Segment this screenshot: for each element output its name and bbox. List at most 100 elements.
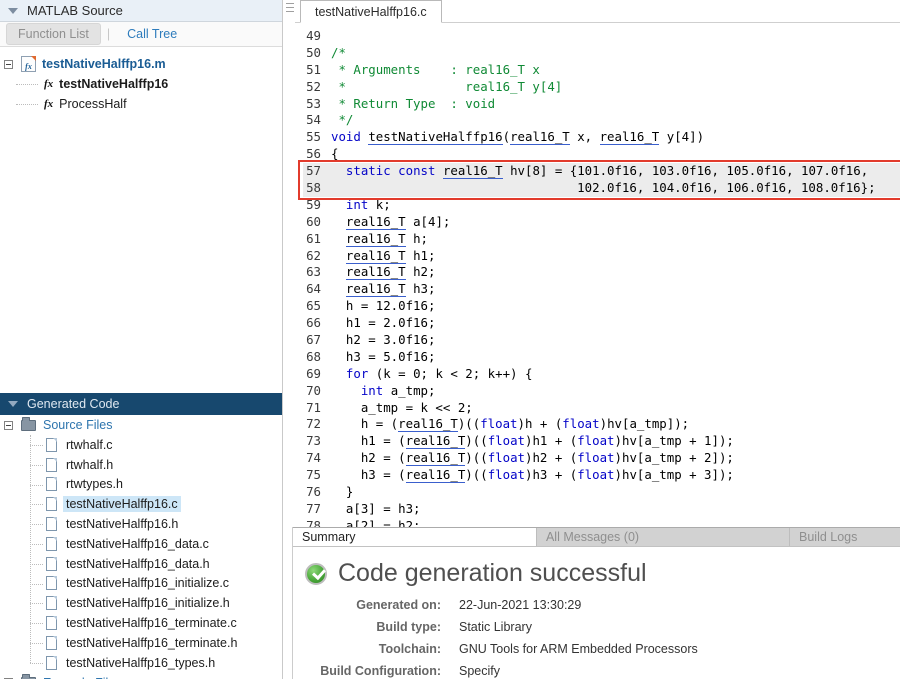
tree-item-rtwhalf-c[interactable]: rtwhalf.c (0, 435, 282, 455)
code-line-68[interactable]: 68 h3 = 5.0f16; (303, 349, 900, 366)
code-line-62[interactable]: 62 real16_T h1; (303, 248, 900, 265)
code-line-66[interactable]: 66 h1 = 2.0f16; (303, 315, 900, 332)
file-label[interactable]: testNativeHalffp16_types.h (63, 655, 218, 671)
collapse-triangle-icon[interactable] (8, 401, 18, 407)
code-token (331, 197, 346, 212)
splitter-grip-icon[interactable] (286, 3, 294, 12)
tree-item-testnativehalffp16-terminate-c[interactable]: testNativeHalffp16_terminate.c (0, 613, 282, 633)
code-line-71[interactable]: 71 a_tmp = k << 2; (303, 400, 900, 417)
code-link[interactable]: real16_T (346, 248, 406, 264)
code-line-56[interactable]: 56{ (303, 146, 900, 163)
view-tab-function-list[interactable]: Function List (6, 23, 101, 45)
file-label[interactable]: testNativeHalffp16.h (63, 516, 181, 532)
code-line-69[interactable]: 69 for (k = 0; k < 2; k++) { (303, 366, 900, 383)
code-line-60[interactable]: 60 real16_T a[4]; (303, 214, 900, 231)
file-label[interactable]: testNativeHalffp16_initialize.h (63, 595, 233, 611)
code-link[interactable]: real16_T (406, 450, 466, 466)
tree-item-testnativehalffp16-initialize-h[interactable]: testNativeHalffp16_initialize.h (0, 593, 282, 613)
code-link[interactable]: real16_T (600, 129, 660, 145)
tree-item-source-file[interactable]: fx testNativeHalffp16.m (0, 54, 282, 74)
code-line-74[interactable]: 74 h2 = (real16_T)((float)h2 + (float)hv… (303, 450, 900, 467)
tree-item-testnativehalffp16[interactable]: fxtestNativeHalffp16 (0, 74, 282, 94)
collapse-expander-icon[interactable] (4, 421, 13, 430)
tree-item-testnativehalffp16-initialize-c[interactable]: testNativeHalffp16_initialize.c (0, 574, 282, 594)
view-tab-call-tree[interactable]: Call Tree (116, 24, 188, 44)
source-file-label[interactable]: testNativeHalffp16.m (42, 57, 166, 71)
code-token: h3 = 5.0f16; (331, 349, 435, 364)
tree-item-processhalf[interactable]: fxProcessHalf (0, 94, 282, 114)
code-view[interactable]: 4950/*51 * Arguments : real16_T x52 * re… (295, 23, 900, 527)
code-line-59[interactable]: 59 int k; (303, 197, 900, 214)
function-label[interactable]: testNativeHalffp16 (59, 77, 168, 91)
code-link[interactable]: real16_T (346, 214, 406, 230)
file-label[interactable]: rtwtypes.h (63, 476, 126, 492)
code-line-63[interactable]: 63 real16_T h2; (303, 264, 900, 281)
file-label[interactable]: testNativeHalffp16_terminate.c (63, 615, 240, 631)
code-link[interactable]: real16_T (398, 416, 458, 432)
tab-all-messages-0[interactable]: All Messages (0) (537, 528, 790, 546)
code-line-78[interactable]: 78 a[2] = h2; (303, 518, 900, 527)
code-line-57[interactable]: 57 static const real16_T hv[8] = {101.0f… (303, 163, 900, 180)
code-line-53[interactable]: 53 * Return Type : void (303, 96, 900, 113)
editor-tab-active[interactable]: testNativeHalffp16.c (300, 0, 442, 23)
code-line-76[interactable]: 76 } (303, 484, 900, 501)
code-line-55[interactable]: 55void testNativeHalffp16(real16_T x, re… (303, 129, 900, 146)
tree-item-source-files-folder[interactable]: Source Files (0, 415, 282, 435)
code-line-52[interactable]: 52 * real16_T y[4] (303, 79, 900, 96)
code-line-51[interactable]: 51 * Arguments : real16_T x (303, 62, 900, 79)
code-link[interactable]: real16_T (406, 433, 466, 449)
code-link[interactable]: testNativeHalffp16 (368, 129, 502, 145)
function-label[interactable]: ProcessHalf (59, 97, 126, 111)
tree-item-rtwhalf-h[interactable]: rtwhalf.h (0, 455, 282, 475)
collapse-expander-icon[interactable] (4, 60, 13, 69)
code-link[interactable]: real16_T (510, 129, 570, 145)
clipped-folder-label[interactable]: Example Files (43, 676, 122, 679)
code-token: )(( (458, 416, 480, 431)
matlab-source-header[interactable]: MATLAB Source (0, 0, 282, 22)
code-token (331, 366, 346, 381)
code-link[interactable]: real16_T (346, 231, 406, 247)
tree-item-testnativehalffp16-c[interactable]: testNativeHalffp16.c (0, 494, 282, 514)
file-label[interactable]: testNativeHalffp16_data.h (63, 556, 213, 572)
code-line-61[interactable]: 61 real16_T h; (303, 231, 900, 248)
tree-item-rtwtypes-h[interactable]: rtwtypes.h (0, 475, 282, 495)
code-link[interactable]: real16_T (443, 163, 503, 179)
code-line-65[interactable]: 65 h = 12.0f16; (303, 298, 900, 315)
collapse-triangle-icon[interactable] (8, 8, 18, 14)
line-number: 56 (303, 146, 321, 163)
code-line-49[interactable]: 49 (303, 28, 900, 45)
tree-item-testnativehalffp16-types-h[interactable]: testNativeHalffp16_types.h (0, 653, 282, 673)
tree-item-testnativehalffp16-terminate-h[interactable]: testNativeHalffp16_terminate.h (0, 633, 282, 653)
code-line-54[interactable]: 54 */ (303, 112, 900, 129)
code-link[interactable]: real16_T (406, 467, 466, 483)
code-line-72[interactable]: 72 h = (real16_T)((float)h + (float)hv[a… (303, 416, 900, 433)
code-line-50[interactable]: 50/* (303, 45, 900, 62)
generated-code-header[interactable]: Generated Code (0, 393, 282, 415)
file-label[interactable]: testNativeHalffp16_data.c (63, 536, 212, 552)
file-label[interactable]: testNativeHalffp16_initialize.c (63, 575, 232, 591)
code-line-75[interactable]: 75 h3 = (real16_T)((float)h3 + (float)hv… (303, 467, 900, 484)
tree-item-testnativehalffp16-data-h[interactable]: testNativeHalffp16_data.h (0, 554, 282, 574)
file-label[interactable]: rtwhalf.c (63, 437, 116, 453)
source-files-label[interactable]: Source Files (43, 418, 112, 432)
code-token: ( (503, 129, 510, 144)
code-text: 102.0f16, 104.0f16, 106.0f16, 108.0f16}; (331, 180, 876, 195)
code-line-67[interactable]: 67 h2 = 3.0f16; (303, 332, 900, 349)
tree-item-testnativehalffp16-h[interactable]: testNativeHalffp16.h (0, 514, 282, 534)
code-token: h2 = 3.0f16; (331, 332, 435, 347)
file-label[interactable]: testNativeHalffp16.c (63, 496, 181, 512)
tab-summary[interactable]: Summary (293, 528, 537, 546)
code-line-64[interactable]: 64 real16_T h3; (303, 281, 900, 298)
tree-item-clipped[interactable]: Example Files (0, 673, 282, 679)
code-line-77[interactable]: 77 a[3] = h3; (303, 501, 900, 518)
code-link[interactable]: real16_T (346, 281, 406, 297)
code-link[interactable]: real16_T (346, 264, 406, 280)
code-line-70[interactable]: 70 int a_tmp; (303, 383, 900, 400)
file-label[interactable]: rtwhalf.h (63, 457, 116, 473)
code-token: h3 = ( (331, 467, 406, 482)
file-label[interactable]: testNativeHalffp16_terminate.h (63, 635, 240, 651)
tab-build-logs[interactable]: Build Logs (790, 528, 900, 546)
code-line-73[interactable]: 73 h1 = (real16_T)((float)h1 + (float)hv… (303, 433, 900, 450)
code-line-58[interactable]: 58 102.0f16, 104.0f16, 106.0f16, 108.0f1… (303, 180, 900, 197)
tree-item-testnativehalffp16-data-c[interactable]: testNativeHalffp16_data.c (0, 534, 282, 554)
